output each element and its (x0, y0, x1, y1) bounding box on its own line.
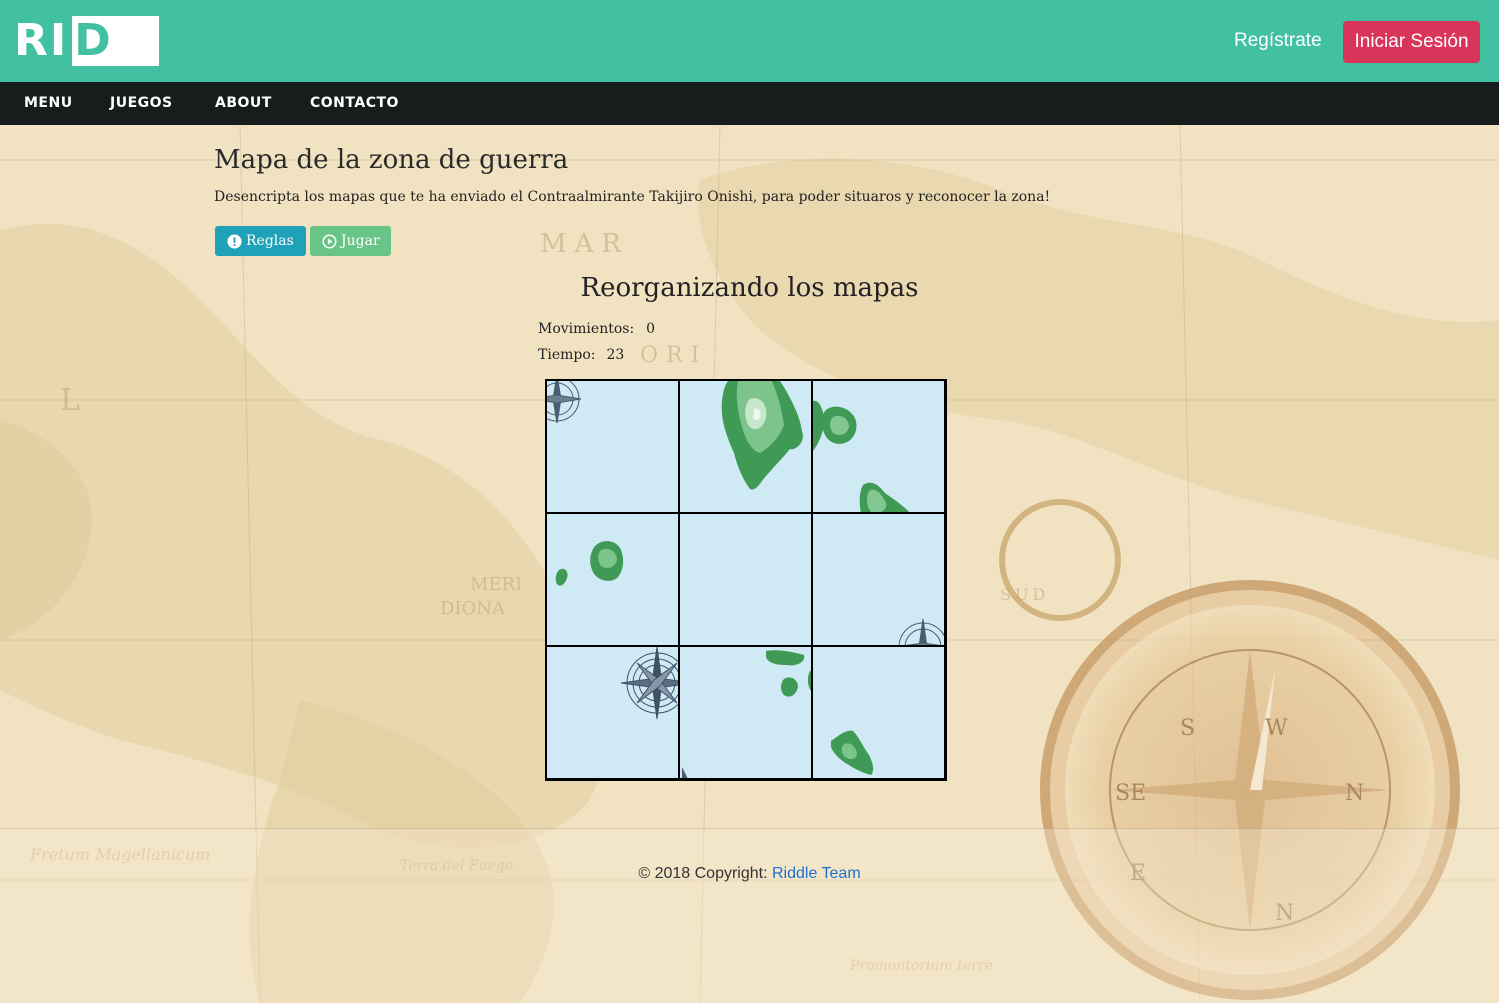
footer-divider (0, 828, 1499, 829)
footer-copyright: © 2018 Copyright: Riddle Team (0, 865, 1499, 883)
island-icon (721, 381, 803, 490)
game-title: Reorganizando los mapas (580, 273, 919, 303)
puzzle-tile[interactable] (546, 380, 679, 513)
page-description: Desencripta los mapas que te ha enviado … (214, 189, 1051, 205)
page-title: Mapa de la zona de guerra (214, 145, 569, 175)
puzzle-tile[interactable] (679, 513, 812, 646)
island-icon (831, 730, 874, 775)
time-counter: Tiempo: 23 (538, 347, 624, 363)
nav-item-about[interactable]: ABOUT (215, 95, 272, 111)
rules-button-label: Reglas (246, 233, 294, 249)
play-circle-icon (322, 233, 337, 249)
exclamation-circle-icon (227, 233, 242, 249)
puzzle-tile[interactable] (546, 646, 679, 779)
main-content: Mapa de la zona de guerra Desencripta lo… (0, 125, 1499, 1003)
puzzle-tile[interactable] (679, 380, 812, 513)
island-icon (555, 541, 624, 586)
login-button[interactable]: Iniciar Sesión (1343, 21, 1480, 63)
nav-item-contacto[interactable]: CONTACTO (310, 95, 399, 111)
copyright-text: © 2018 Copyright: (638, 865, 768, 882)
puzzle-tile[interactable] (546, 513, 679, 646)
moves-counter: Movimientos: 0 (538, 321, 655, 337)
rules-button[interactable]: Reglas (215, 226, 306, 256)
puzzle-board (545, 379, 947, 781)
logo-text: RI (14, 15, 69, 66)
play-button[interactable]: Jugar (310, 226, 391, 256)
main-nav: MENU JUEGOS ABOUT CONTACTO (0, 82, 1499, 125)
time-value: 23 (606, 347, 625, 363)
compass-rose-icon (898, 618, 944, 645)
compass-rose-icon (620, 647, 678, 720)
logo-box: D LE (72, 16, 160, 116)
play-button-label: Jugar (341, 233, 380, 249)
puzzle-tile[interactable] (812, 513, 945, 646)
register-link[interactable]: Regístrate (1234, 30, 1322, 52)
nav-item-menu[interactable]: MENU (24, 95, 73, 111)
moves-value: 0 (646, 321, 656, 337)
moves-label: Movimientos: (538, 321, 635, 337)
compass-rose-icon (547, 381, 582, 424)
time-label: Tiempo: (538, 347, 596, 363)
team-link[interactable]: Riddle Team (772, 865, 861, 882)
riddle-logo[interactable]: RI D LE (14, 15, 160, 116)
island-icon (682, 650, 811, 778)
top-header: RI D LE Regístrate Iniciar Sesión (0, 0, 1499, 116)
puzzle-tile[interactable] (812, 380, 945, 513)
puzzle-tile[interactable] (812, 646, 945, 779)
nav-item-juegos[interactable]: JUEGOS (110, 95, 173, 111)
puzzle-tile[interactable] (679, 646, 812, 779)
island-icon (813, 400, 910, 512)
